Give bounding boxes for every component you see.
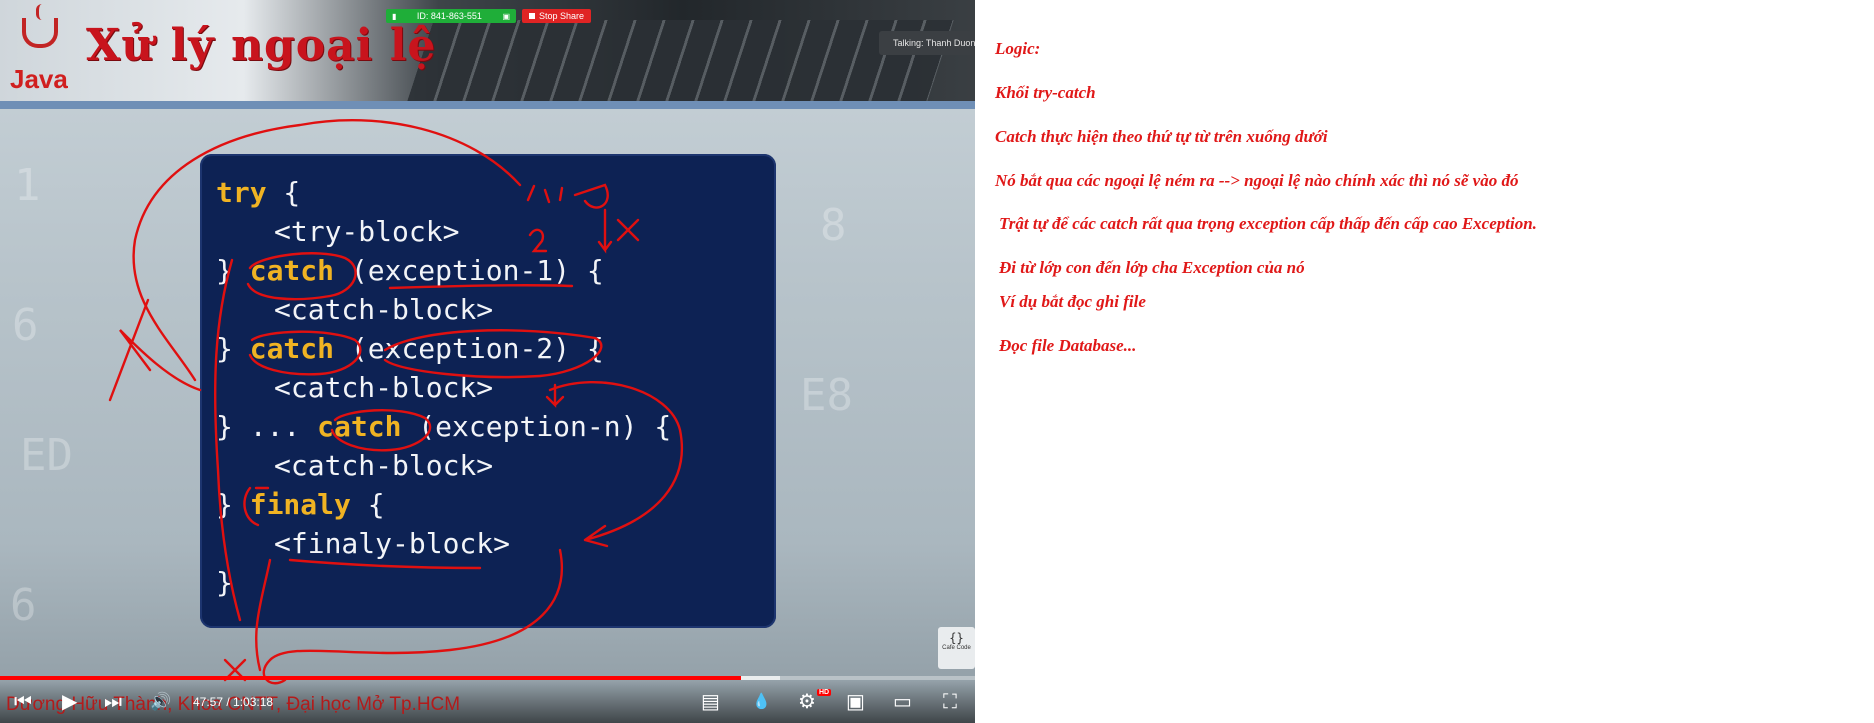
code-line-catch-block: <catch-block>	[274, 371, 494, 404]
code-line-catch-block: <catch-block>	[274, 293, 494, 326]
code-text: } ...	[216, 410, 318, 443]
stop-icon	[529, 13, 535, 19]
code-text: (exception-1) {	[334, 254, 604, 287]
java-logo-text: Java	[10, 64, 68, 94]
note-line: Đọc file Database...	[999, 336, 1137, 355]
progress-buffered	[741, 676, 780, 680]
java-logo: Java	[10, 4, 76, 96]
code-line-catch-1: } catch (exception-1) {	[216, 254, 604, 287]
meeting-id: ID: 841-863-551	[416, 11, 482, 21]
slide-title: Xử lý ngoại lệ	[86, 20, 437, 71]
background-digit: E8	[800, 370, 853, 421]
cafe-code-icon: {}	[949, 631, 964, 645]
play-icon[interactable]: ▶	[62, 690, 77, 714]
cafe-code-watermark: {} Cafe Code	[938, 627, 975, 669]
volume-icon[interactable]: 🔊	[150, 690, 171, 714]
progress-played	[0, 676, 741, 680]
code-text: }	[216, 254, 250, 287]
background-digit: 1	[14, 160, 41, 211]
code-line-try-block: <try-block>	[274, 215, 460, 248]
code-line-catch-2: } catch (exception-2) {	[216, 332, 604, 365]
code-text: }	[216, 332, 250, 365]
code-text: }	[216, 488, 250, 521]
zoom-share-toolbar: ▮ ID: 841-863-551 ▣ Stop Share	[386, 9, 592, 23]
previous-icon[interactable]: ⏮	[14, 690, 32, 714]
note-line: Đi từ lớp con đến lớp cha Exception của …	[999, 258, 1305, 277]
code-text: {	[350, 488, 385, 521]
stop-share-button[interactable]: Stop Share	[522, 9, 592, 23]
theater-mode-icon[interactable]: ▭	[893, 690, 912, 714]
keyword-try: try	[216, 176, 267, 209]
note-line: Catch thực hiện theo thứ tự từ trên xuốn…	[995, 127, 1328, 146]
coffee-cup-icon	[22, 18, 58, 48]
keyword-catch: catch	[249, 254, 335, 287]
note-line: Khối try-catch	[995, 83, 1096, 102]
background-digit: 6	[10, 580, 37, 631]
progress-bar[interactable]	[0, 676, 975, 680]
code-line-finaly: } finaly {	[216, 488, 385, 521]
notes-panel[interactable]: Logic: Khối try-catch Catch thực hiện th…	[975, 0, 1874, 723]
talking-indicator: Talking: Thanh Duong	[879, 31, 975, 55]
keyword-finaly: finaly	[249, 488, 351, 521]
code-line-catch-block: <catch-block>	[274, 449, 494, 482]
code-line-catch-n: } ... catch (exception-n) {	[216, 410, 671, 443]
code-line-close: }	[216, 566, 233, 599]
code-text: (exception-2) {	[334, 332, 604, 365]
subtitles-icon[interactable]: ▤	[701, 690, 720, 714]
note-line: Nó bắt qua các ngoại lệ ném ra --> ngoại…	[995, 171, 1519, 190]
keyword-catch: catch	[317, 410, 402, 443]
keyboard-photo	[406, 20, 954, 104]
settings-icon[interactable]: ⚙	[798, 690, 816, 714]
video-player[interactable]: 1 6 ED E8 8 6 Java Xử lý ngoại lệ ▮ ID: …	[0, 0, 975, 723]
cafe-code-label: Cafe Code	[942, 645, 971, 651]
code-line-try: try {	[216, 176, 300, 209]
lock-icon: ▣	[502, 11, 510, 21]
hd-badge: HD	[817, 689, 832, 696]
stop-share-label: Stop Share	[539, 11, 585, 21]
fullscreen-icon[interactable]: ⛶	[943, 690, 957, 714]
keyword-catch: catch	[249, 332, 335, 365]
code-panel: try { <try-block> } catch (exception-1) …	[200, 154, 776, 628]
background-digit: 6	[12, 300, 39, 351]
signal-icon: ▮	[392, 11, 397, 21]
note-line: Logic:	[995, 39, 1041, 58]
code-line-finaly-block: <finaly-block>	[274, 527, 511, 560]
droplet-icon[interactable]: 💧	[752, 690, 771, 714]
next-icon[interactable]: ⏭	[104, 690, 122, 714]
meeting-id-badge[interactable]: ▮ ID: 841-863-551 ▣	[386, 9, 516, 23]
note-line: Ví dụ bắt đọc ghi file	[999, 292, 1146, 311]
header-divider	[0, 101, 975, 109]
time-display: 47:57 / 1:03:18	[193, 695, 274, 709]
code-text: {	[266, 176, 301, 209]
miniplayer-icon[interactable]: ▣	[846, 690, 865, 714]
background-digit: ED	[20, 430, 73, 481]
note-line: Trật tự để các catch rất qua trọng excep…	[999, 214, 1537, 233]
code-text: (exception-n) {	[401, 410, 672, 443]
background-digit: 8	[820, 200, 847, 251]
